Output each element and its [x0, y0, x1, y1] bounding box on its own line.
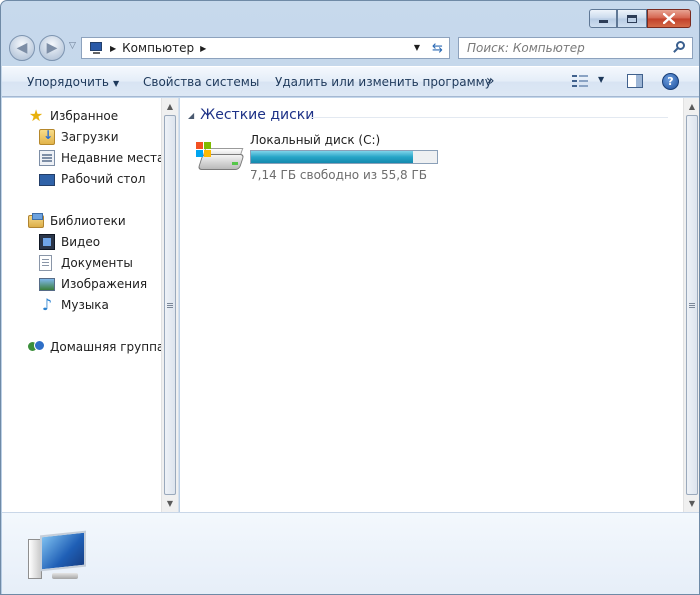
navigation-bar: ◀ ▶ ▽ ▶ Компьютер ▶ ▼ ⇆ Поиск: Компьютер — [9, 34, 693, 61]
maximize-icon — [627, 14, 637, 23]
caption-buttons — [589, 9, 691, 28]
star-icon: ★ — [28, 106, 44, 125]
homegroup-icon — [28, 339, 45, 355]
minimize-icon — [598, 20, 608, 23]
preview-pane-toggle-icon[interactable] — [627, 74, 643, 88]
scrollbar-thumb[interactable] — [686, 115, 698, 495]
sidebar-item-pictures[interactable]: Изображения — [39, 274, 147, 294]
content-pane: ◢ Жесткие диски Локальный диск (C:) 7,14 — [180, 98, 699, 512]
recent-places-icon — [39, 150, 55, 166]
downloads-folder-icon — [39, 128, 55, 145]
breadcrumb-separator-icon[interactable]: ▶ — [200, 44, 206, 53]
breadcrumb-computer[interactable]: Компьютер — [122, 41, 194, 55]
back-button[interactable]: ◀ — [9, 35, 35, 61]
computer-icon — [88, 41, 104, 55]
windows-logo-icon — [196, 142, 212, 158]
drive-name: Локальный диск (C:) — [250, 133, 381, 147]
scrollbar-thumb[interactable] — [164, 115, 176, 495]
command-bar: Упорядочить ▼ Свойства системы Удалить ил… — [2, 66, 699, 97]
sidebar-item-documents[interactable]: Документы — [39, 253, 133, 273]
recent-pages-dropdown-icon[interactable]: ▽ — [69, 41, 76, 51]
minimize-button[interactable] — [589, 9, 617, 28]
search-icon[interactable] — [672, 41, 686, 55]
sidebar-item-label: Домашняя группа — [50, 340, 165, 354]
sidebar-item-label: Избранное — [50, 109, 119, 123]
sidebar-item-label: Рабочий стол — [61, 172, 146, 186]
libraries-icon — [28, 212, 44, 228]
uninstall-program-button[interactable]: Удалить или изменить программу — [275, 75, 492, 89]
drive-free-space: 7,14 ГБ свободно из 55,8 ГБ — [250, 168, 428, 182]
forward-button[interactable]: ▶ — [39, 35, 65, 61]
sidebar-item-label: Документы — [61, 256, 133, 270]
group-divider — [310, 117, 668, 118]
content-pane-scrollbar[interactable]: ▲ ▼ — [683, 98, 699, 512]
sidebar-item-label: Недавние места — [61, 151, 165, 165]
navigation-pane-scrollbar[interactable]: ▲ ▼ — [161, 98, 178, 512]
group-title: Жесткие диски — [200, 107, 315, 123]
drive-usage-bar — [250, 150, 438, 164]
group-header[interactable]: ◢ Жесткие диски — [188, 107, 314, 123]
sidebar-item-video[interactable]: Видео — [39, 232, 100, 252]
sidebar-item-label: Библиотеки — [50, 214, 126, 228]
documents-library-icon — [39, 255, 52, 271]
sidebar-item-desktop[interactable]: Рабочий стол — [39, 169, 145, 189]
sidebar-item-recent-places[interactable]: Недавние места — [39, 148, 164, 168]
organize-button[interactable]: Упорядочить ▼ — [27, 75, 119, 89]
organize-label: Упорядочить — [27, 75, 109, 89]
pictures-library-icon — [39, 277, 55, 291]
sidebar-item-favorites[interactable]: ★ Избранное — [28, 106, 118, 126]
close-button[interactable] — [647, 9, 691, 28]
search-placeholder: Поиск: Компьютер — [467, 41, 585, 55]
details-pane — [2, 512, 699, 594]
scroll-down-arrow-icon[interactable]: ▼ — [684, 495, 699, 512]
chevron-down-icon: ▼ — [598, 75, 605, 84]
views-icon — [572, 74, 588, 88]
refresh-icon: ⇆ — [432, 40, 443, 56]
computer-icon — [26, 527, 92, 589]
sidebar-item-label: Видео — [61, 235, 101, 249]
grip-icon — [167, 302, 173, 308]
scroll-up-arrow-icon[interactable]: ▲ — [162, 98, 178, 115]
scroll-up-arrow-icon[interactable]: ▲ — [684, 98, 699, 115]
sidebar-item-label: Изображения — [61, 277, 148, 291]
system-properties-button[interactable]: Свойства системы — [143, 75, 259, 89]
hard-drive-icon — [196, 142, 246, 178]
navigation-pane: ★ Избранное Загрузки Недавние места Рабо… — [2, 98, 179, 512]
collapse-group-icon[interactable]: ◢ — [188, 111, 194, 120]
sidebar-item-homegroup[interactable]: Домашняя группа — [28, 337, 164, 357]
chevron-down-icon: ▼ — [112, 79, 120, 88]
forward-arrow-icon: ▶ — [46, 40, 58, 56]
explorer-window: ◀ ▶ ▽ ▶ Компьютер ▶ ▼ ⇆ Поиск: Компьютер… — [0, 0, 700, 595]
sidebar-item-label: Музыка — [61, 298, 109, 312]
sidebar-item-libraries[interactable]: Библиотеки — [28, 211, 126, 231]
more-commands-button[interactable]: » — [486, 73, 495, 89]
sidebar-item-downloads[interactable]: Загрузки — [39, 127, 119, 147]
drive-usage-fill — [251, 151, 414, 163]
desktop-icon — [39, 174, 55, 186]
sidebar-item-label: Загрузки — [61, 130, 119, 144]
drive-item[interactable]: Локальный диск (C:) 7,14 ГБ свободно из … — [196, 133, 476, 183]
back-arrow-icon: ◀ — [16, 40, 28, 56]
change-view-button[interactable]: ▼ — [572, 74, 606, 90]
breadcrumb-separator-icon[interactable]: ▶ — [110, 44, 116, 53]
close-icon — [663, 13, 675, 24]
search-input[interactable]: Поиск: Компьютер — [458, 37, 693, 59]
music-library-icon: ♪ — [41, 295, 53, 314]
sidebar-item-music[interactable]: ♪ Музыка — [39, 295, 109, 315]
maximize-button[interactable] — [617, 9, 647, 28]
video-library-icon — [39, 234, 55, 250]
address-bar[interactable]: ▶ Компьютер ▶ ▼ — [81, 37, 427, 59]
help-icon[interactable]: ? — [662, 73, 679, 90]
grip-icon — [689, 302, 695, 308]
address-history-dropdown-icon[interactable]: ▼ — [414, 43, 420, 52]
refresh-button[interactable]: ⇆ — [426, 37, 450, 59]
scroll-down-arrow-icon[interactable]: ▼ — [162, 495, 178, 512]
